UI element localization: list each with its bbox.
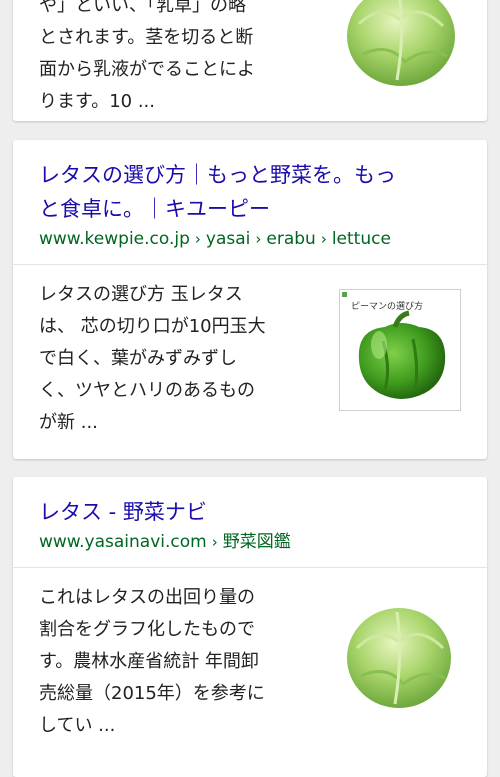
snippet-line: が新 ... xyxy=(39,412,98,433)
result-title-link[interactable]: レタス - 野菜ナビ xyxy=(39,495,461,529)
result-url[interactable]: www.yasainavi.com › 野菜図鑑 xyxy=(39,529,461,555)
url-path-segment[interactable]: 野菜図鑑 xyxy=(223,532,291,552)
url-domain[interactable]: www.kewpie.co.jp xyxy=(39,229,190,249)
breadcrumb-separator: › xyxy=(255,230,262,248)
result-card-3: レタス - 野菜ナビ www.yasainavi.com › 野菜図鑑 これはレタス… xyxy=(13,477,487,777)
result-snippet: レタスの選び方 玉レタス は、 芯の切り口が10円玉大 で白く、葉がみずみずし … xyxy=(39,279,319,439)
snippet-line: これはレタスの出回り量の xyxy=(39,587,255,608)
green-pepper-thumbnail[interactable]: ピーマンの選び方 xyxy=(339,289,461,411)
result-card-1[interactable]: や」といい、「乳草」の略 とされます。茎を切ると断 面から乳液がでることによ り… xyxy=(13,0,487,121)
breadcrumb-separator: › xyxy=(320,230,327,248)
result-snippet: これはレタスの出回り量の 割合をグラフ化したもので す。農林水産省統計 年間卸 … xyxy=(39,582,319,742)
url-path-segment[interactable]: yasai xyxy=(206,229,250,249)
title-line[interactable]: レタス - 野菜ナビ xyxy=(39,495,461,529)
result-snippet: や」といい、「乳草」の略 とされます。茎を切ると断 面から乳液がでることによ り… xyxy=(39,0,319,118)
snippet-line: す。農林水産省統計 年間卸 xyxy=(39,651,259,672)
result-url[interactable]: www.kewpie.co.jp › yasai › erabu › lettuce xyxy=(39,226,461,252)
result-title-link[interactable]: レタスの選び方｜もっと野菜を。もっ と食卓に。｜キユーピー xyxy=(39,158,461,226)
title-line[interactable]: レタスの選び方｜もっと野菜を。もっ xyxy=(39,158,461,192)
lettuce-thumbnail[interactable] xyxy=(339,596,459,716)
snippet-line: は、 芯の切り口が10円玉大 xyxy=(39,316,266,337)
thumbnail-caption: ピーマンの選び方 xyxy=(351,300,423,311)
result-card-2: レタスの選び方｜もっと野菜を。もっ と食卓に。｜キユーピー www.kewpie… xyxy=(13,140,487,459)
snippet-line: してい ... xyxy=(39,715,116,736)
divider xyxy=(13,264,487,265)
lettuce-image xyxy=(347,0,455,86)
snippet-line: 割合をグラフ化したもので xyxy=(39,619,255,640)
snippet-line: レタスの選び方 玉レタス xyxy=(39,284,243,305)
lettuce-thumbnail[interactable] xyxy=(339,0,459,104)
snippet-line: 面から乳液がでることによ xyxy=(39,59,255,80)
lettuce-image xyxy=(347,608,451,708)
url-path-segment[interactable]: lettuce xyxy=(332,229,391,249)
divider xyxy=(13,567,487,568)
title-line[interactable]: と食卓に。｜キユーピー xyxy=(39,192,461,226)
snippet-line: や」といい、「乳草」の略 xyxy=(39,0,246,16)
snippet-line: とされます。茎を切ると断 xyxy=(39,27,254,48)
breadcrumb-separator: › xyxy=(194,230,201,248)
url-path-segment[interactable]: erabu xyxy=(266,229,315,249)
url-domain[interactable]: www.yasainavi.com xyxy=(39,532,207,552)
snippet-line: 売総量（2015年）を参考に xyxy=(39,683,265,704)
breadcrumb-separator: › xyxy=(211,533,218,551)
snippet-line: く、ツヤとハリのあるもの xyxy=(39,380,255,401)
snippet-line: で白く、葉がみずみずし xyxy=(39,348,237,369)
green-pepper-image: ピーマンの選び方 xyxy=(339,289,461,411)
snippet-line: ります。10 ... xyxy=(39,91,155,112)
